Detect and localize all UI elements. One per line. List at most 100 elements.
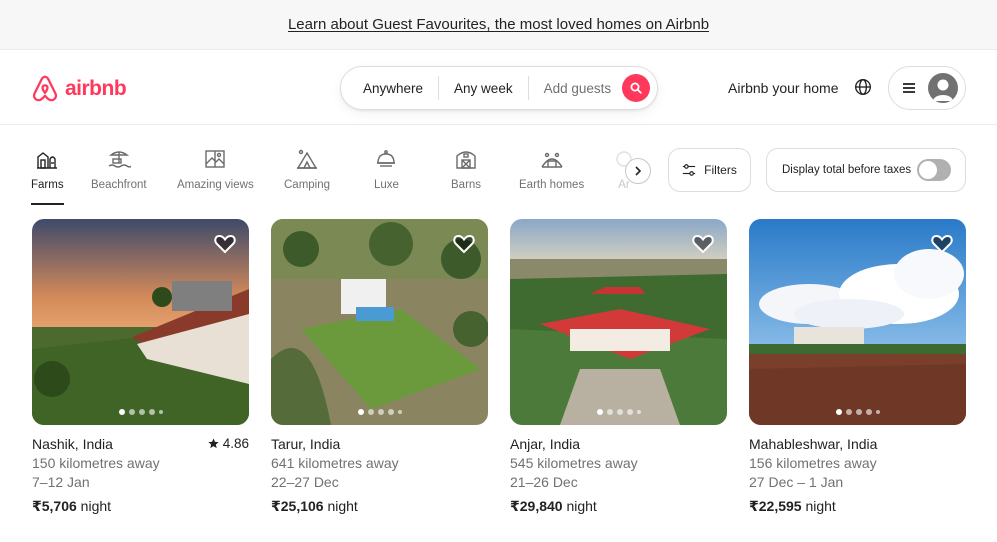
pagination-dot	[845, 409, 852, 415]
heart-icon[interactable]	[213, 231, 237, 255]
heart-icon[interactable]	[930, 231, 954, 255]
earth-homes-icon	[541, 152, 563, 168]
listing-photo[interactable]	[271, 219, 488, 425]
barn-icon	[456, 151, 476, 169]
pagination-dot	[158, 410, 163, 414]
pagination-dot	[865, 409, 872, 415]
listing-info: Mahableshwar, India 156 kilometres away …	[749, 436, 966, 515]
listing-photo[interactable]	[32, 219, 249, 425]
host-link[interactable]: Airbnb your home	[728, 80, 839, 96]
category-label: Farms	[31, 179, 64, 191]
listing-photo[interactable]	[749, 219, 966, 425]
price-amount: ₹22,595	[749, 498, 802, 514]
switch-knob	[919, 161, 937, 179]
listing-rating: 4.86	[208, 436, 249, 451]
listing-card[interactable]: Mahableshwar, India 156 kilometres away …	[749, 219, 966, 515]
category-amazing-views[interactable]: Amazing views	[177, 147, 254, 207]
listing-dates: 21–26 Dec	[510, 474, 578, 490]
listing-location: Tarur, India	[271, 436, 341, 452]
guest-favourites-link[interactable]: Learn about Guest Favourites, the most l…	[288, 16, 709, 33]
listing-dates: 27 Dec – 1 Jan	[749, 474, 844, 490]
pagination-dot	[138, 409, 145, 415]
search-where[interactable]: Anywhere	[341, 81, 438, 96]
category-label: Amazing views	[177, 179, 254, 191]
tax-toggle[interactable]: Display total before taxes	[766, 148, 966, 192]
pagination-dot	[626, 409, 633, 415]
price-amount: ₹29,840	[510, 498, 563, 514]
listing-distance: 641 kilometres away	[271, 455, 399, 471]
photo-pagination	[271, 409, 488, 415]
listing-card[interactable]: Nashik, India 4.86 150 kilometres away 7…	[32, 219, 249, 515]
beachfront-icon	[108, 151, 131, 168]
pagination-dot	[835, 409, 842, 415]
pagination-dot	[875, 410, 880, 414]
listing-distance: 150 kilometres away	[32, 455, 160, 471]
star-icon	[208, 438, 219, 449]
listing-photo[interactable]	[510, 219, 727, 425]
listing-price: ₹22,595 night	[749, 498, 966, 515]
camping-icon	[296, 149, 318, 169]
photo-pagination	[510, 409, 727, 415]
listing-card[interactable]: Tarur, India 641 kilometres away 22–27 D…	[271, 219, 488, 515]
search-button[interactable]	[622, 74, 650, 102]
listing-info: Tarur, India 641 kilometres away 22–27 D…	[271, 436, 488, 515]
listing-card[interactable]: Anjar, India 545 kilometres away 21–26 D…	[510, 219, 727, 515]
search-guests[interactable]: Add guests	[529, 81, 627, 96]
photo-pagination	[749, 409, 966, 415]
listing-location: Mahableshwar, India	[749, 436, 878, 452]
photo-pagination	[32, 409, 249, 415]
category-label: Ar	[618, 179, 630, 191]
tax-toggle-label: Display total before taxes	[782, 164, 912, 176]
hamburger-icon	[903, 83, 915, 93]
price-amount: ₹5,706	[32, 498, 77, 514]
tax-toggle-switch[interactable]	[917, 159, 951, 181]
pagination-dot	[148, 409, 155, 415]
chevron-right-icon	[635, 166, 642, 176]
category-beachfront[interactable]: Beachfront	[91, 147, 147, 207]
category-label: Luxe	[374, 179, 399, 191]
promo-banner: Learn about Guest Favourites, the most l…	[0, 0, 997, 50]
category-earth-homes[interactable]: Earth homes	[519, 147, 584, 207]
airbnb-logo-icon	[32, 75, 58, 102]
price-unit: night	[566, 498, 597, 514]
header: airbnb Anywhere Any week Add guests Airb…	[0, 50, 997, 125]
price-amount: ₹25,106	[271, 498, 324, 514]
category-farms[interactable]: Farms	[31, 147, 64, 207]
price-unit: night	[80, 498, 112, 514]
listing-location: Anjar, India	[510, 436, 581, 452]
heart-icon[interactable]	[452, 231, 476, 255]
category-luxe[interactable]: Luxe	[374, 147, 399, 207]
listing-dates: 22–27 Dec	[271, 474, 339, 490]
amazing-views-icon	[205, 150, 226, 168]
luxe-icon	[377, 150, 396, 167]
listing-info: Nashik, India 4.86 150 kilometres away 7…	[32, 436, 249, 515]
listing-dates: 7–12 Jan	[32, 474, 90, 490]
pagination-dot	[377, 409, 384, 415]
filters-button[interactable]: Filters	[668, 148, 751, 192]
search-bar[interactable]: Anywhere Any week Add guests	[340, 66, 658, 110]
search-when[interactable]: Any week	[439, 81, 528, 96]
airbnb-logo[interactable]: airbnb	[31, 74, 127, 104]
pagination-dot	[128, 409, 135, 415]
listing-price: ₹5,706 night	[32, 498, 249, 515]
heart-icon[interactable]	[691, 231, 715, 255]
category-label: Barns	[451, 179, 482, 191]
category-label: Beachfront	[91, 179, 147, 191]
user-menu-button[interactable]	[888, 66, 966, 110]
globe-icon[interactable]	[854, 78, 872, 96]
listing-price: ₹29,840 night	[510, 498, 727, 515]
category-next-button[interactable]	[625, 158, 651, 184]
avatar	[928, 73, 958, 103]
category-camping[interactable]: Camping	[284, 147, 330, 207]
pagination-dot	[357, 409, 364, 415]
listing-price: ₹25,106 night	[271, 498, 488, 515]
pagination-dot	[596, 409, 603, 415]
pagination-dot	[636, 410, 641, 414]
category-barns[interactable]: Barns	[451, 147, 481, 207]
category-label: Camping	[284, 179, 331, 191]
price-unit: night	[805, 498, 836, 514]
search-icon	[630, 82, 642, 94]
category-bar: Farms Beachfront Amazing views Camping L…	[0, 125, 997, 210]
pagination-dot	[118, 409, 125, 415]
category-label: Earth homes	[519, 179, 585, 191]
